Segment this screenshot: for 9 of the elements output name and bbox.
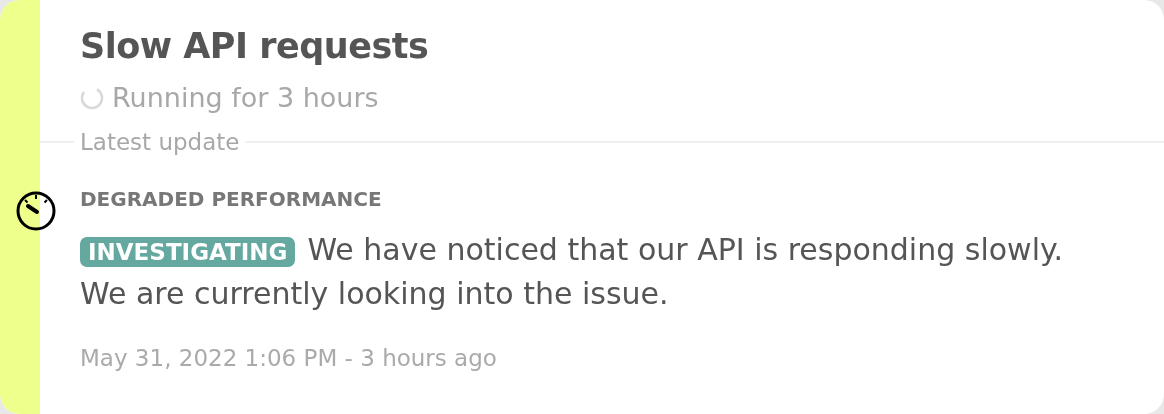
update-message: INVESTIGATING We have noticed that our API is responding slowly. We are currently looking into the issue.	[80, 231, 1064, 313]
status-badge: INVESTIGATING	[80, 237, 296, 267]
spinner-icon	[80, 85, 104, 110]
duration-text: Running for 3 hours	[112, 82, 379, 113]
incident-title: Slow API requests	[80, 26, 430, 66]
gauge-icon	[15, 190, 57, 232]
update-timestamp: May 31, 2022 1:06 PM - 3 hours ago	[80, 345, 498, 371]
impact-label: DEGRADED PERFORMANCE	[80, 187, 383, 211]
section-label: Latest update	[79, 129, 241, 155]
